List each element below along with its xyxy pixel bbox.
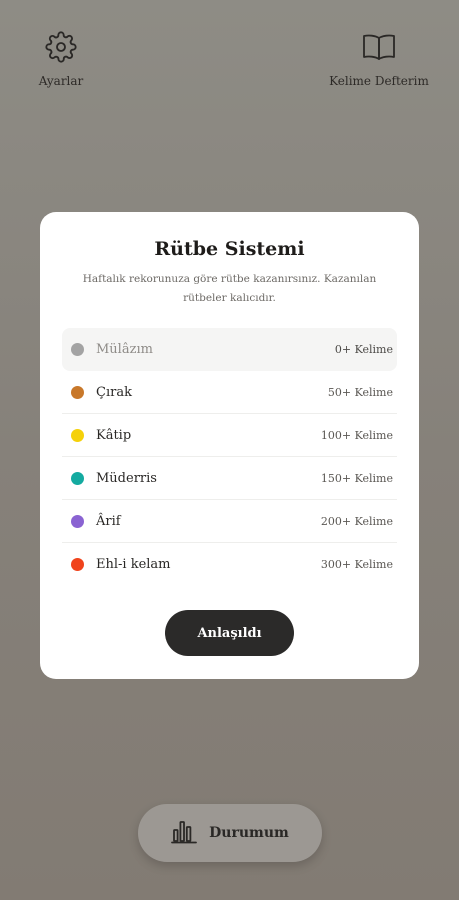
gear-icon bbox=[44, 30, 78, 64]
rank-requirement: 200+ Kelime bbox=[320, 514, 393, 528]
my-status-label: Durumum bbox=[209, 825, 289, 841]
rank-system-dialog: Rütbe Sistemi Haftalık rekorunuza göre r… bbox=[40, 212, 419, 679]
rank-color-dot bbox=[71, 514, 84, 528]
dialog-title: Rütbe Sistemi bbox=[154, 238, 305, 260]
rank-name: Müderris bbox=[96, 470, 157, 486]
rank-color-dot bbox=[71, 558, 84, 571]
rank-row-ehl-i-kelam: Ehl-i kelam 300+ Kelime bbox=[62, 543, 397, 586]
rank-requirement: 100+ Kelime bbox=[320, 428, 393, 442]
rank-name: Ârif bbox=[96, 513, 121, 529]
rank-row-muderris: Müderris 150+ Kelime bbox=[62, 457, 397, 500]
rank-row-katip: Kâtip 100+ Kelime bbox=[62, 414, 397, 457]
rank-color-dot bbox=[71, 343, 84, 356]
rank-requirement: 50+ Kelime bbox=[327, 385, 393, 399]
rank-color-dot bbox=[71, 428, 84, 442]
rank-name: Kâtip bbox=[96, 427, 132, 443]
rank-list: Mülâzım 0+ Kelime Çırak 50+ Kelime Kâtip… bbox=[62, 328, 397, 586]
bar-chart-icon bbox=[171, 818, 198, 848]
word-notebook-label: Kelime Defterim bbox=[329, 74, 429, 88]
rank-requirement: 150+ Kelime bbox=[320, 471, 393, 485]
settings-label: Ayarlar bbox=[38, 74, 84, 88]
rank-color-dot bbox=[71, 471, 84, 485]
open-book-icon bbox=[362, 30, 396, 64]
rank-requirement: 300+ Kelime bbox=[320, 558, 393, 571]
rank-name: Çırak bbox=[96, 384, 132, 400]
my-status-button[interactable]: Durumum bbox=[138, 804, 322, 862]
dialog-subtitle: Haftalık rekorunuza göre rütbe kazanırsı… bbox=[82, 273, 377, 304]
understood-button[interactable]: Anlaşıldı bbox=[165, 610, 294, 656]
rank-color-dot bbox=[71, 385, 84, 399]
rank-requirement: 0+ Kelime bbox=[334, 343, 393, 356]
settings-button[interactable]: Ayarlar bbox=[30, 30, 92, 88]
rank-row-cirak: Çırak 50+ Kelime bbox=[62, 371, 397, 414]
rank-row-arif: Ârif 200+ Kelime bbox=[62, 500, 397, 543]
rank-row-mulazim: Mülâzım 0+ Kelime bbox=[62, 328, 397, 371]
rank-name: Ehl-i kelam bbox=[96, 557, 171, 572]
word-notebook-button[interactable]: Kelime Defterim bbox=[329, 30, 429, 88]
rank-name: Mülâzım bbox=[96, 342, 153, 357]
